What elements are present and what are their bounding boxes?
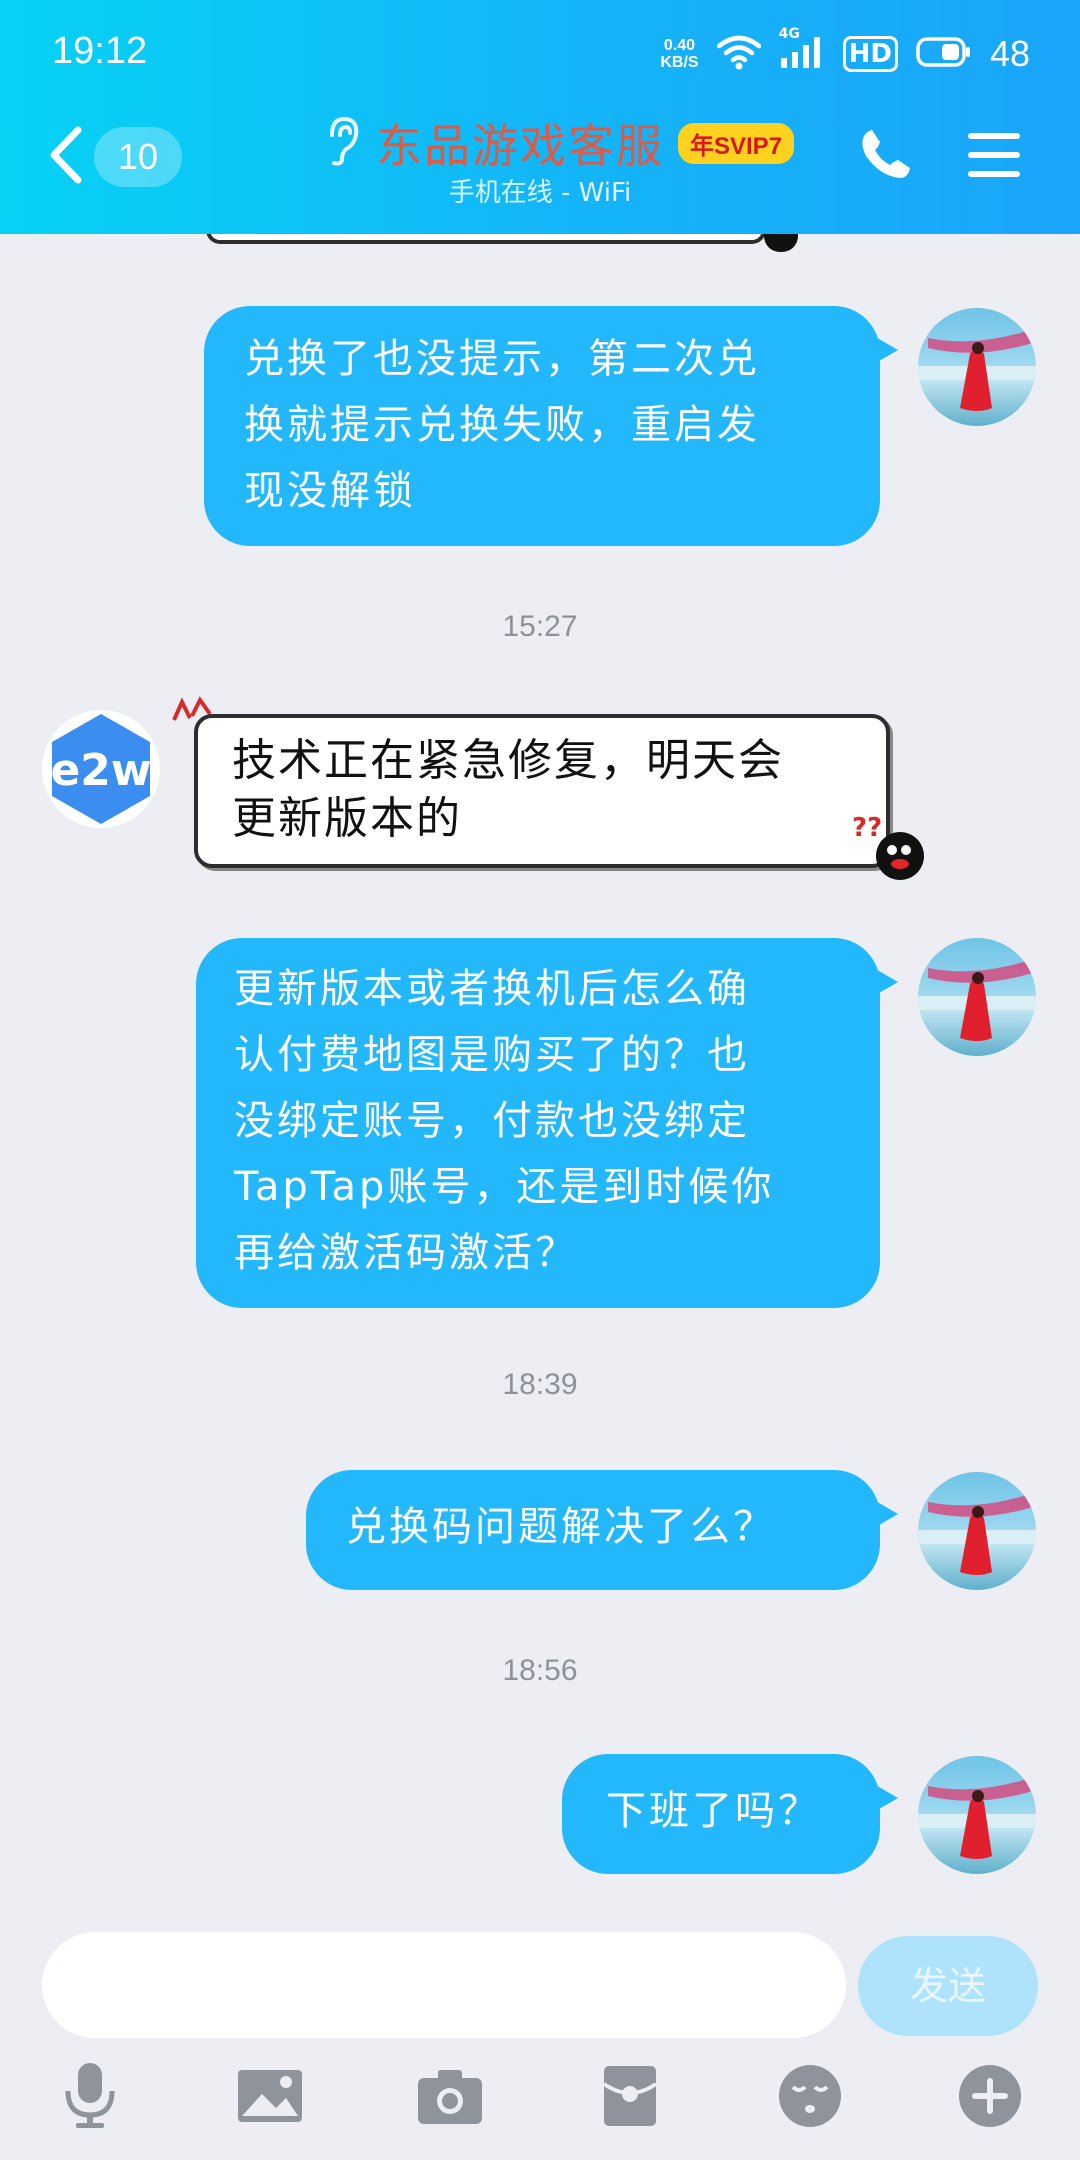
- battery-level: 48: [989, 33, 1030, 74]
- message-bubble-outgoing[interactable]: 下班了吗？: [562, 1754, 898, 1874]
- input-bar: 发送: [0, 1930, 1080, 2160]
- message-input[interactable]: [42, 1932, 846, 2038]
- message-bubble-outgoing[interactable]: 更新版本或者换机后怎么确 认付费地图是购买了的？也 没绑定账号，付款也没绑定 T…: [196, 938, 898, 1308]
- plus-icon: [957, 2063, 1023, 2133]
- chat-title[interactable]: 东品游戏客服 年SVIP7: [322, 110, 795, 176]
- message-list[interactable]: 兑换了也没提示，第二次兑 换就提示兑换失败，重启发 现没解锁 15:27 e2w…: [0, 234, 1080, 1930]
- wifi-icon: [716, 34, 761, 74]
- svg-text:??: ??: [852, 813, 882, 843]
- status-time: 19:12: [52, 30, 148, 72]
- hd-voice-icon: HD: [842, 36, 898, 72]
- hamburger-icon: [966, 133, 1022, 184]
- toolbar: [0, 2062, 1080, 2152]
- network-speed: 0.40 KB/S: [660, 37, 699, 71]
- timestamp: 18:56: [502, 1654, 578, 1687]
- camera-button[interactable]: [414, 2062, 486, 2134]
- contact-name: 东品游戏客服: [376, 119, 664, 173]
- emoji-icon: [777, 2063, 843, 2133]
- red-packet-button[interactable]: [594, 2062, 666, 2134]
- my-avatar[interactable]: [918, 1756, 1036, 1874]
- image-icon: [236, 2066, 304, 2130]
- phone-icon: [858, 130, 914, 186]
- emoji-button[interactable]: [774, 2062, 846, 2134]
- mascot-icon: [764, 234, 798, 252]
- service-avatar[interactable]: e2w: [42, 710, 160, 828]
- signal-icon: 4G: [779, 26, 825, 74]
- chat-header: 19:12 0.40 KB/S 4G HD 48 10 东品游戏客服 年SVIP…: [0, 0, 1080, 234]
- svg-text:e2w: e2w: [50, 745, 151, 796]
- menu-button[interactable]: [966, 130, 1022, 184]
- send-button[interactable]: 发送: [858, 1936, 1038, 2036]
- red-packet-icon: [600, 2064, 660, 2132]
- voice-button[interactable]: [54, 2062, 126, 2134]
- call-button[interactable]: [858, 126, 914, 186]
- message-bubble-incoming[interactable]: 技术正在紧急修复，明天会 更新版本的: [194, 714, 890, 868]
- ear-icon: [322, 115, 362, 171]
- timestamp: 18:39: [502, 1368, 578, 1401]
- message-bubble-outgoing[interactable]: 兑换码问题解决了么？: [306, 1470, 898, 1590]
- image-button[interactable]: [234, 2062, 306, 2134]
- status-icons: 0.40 KB/S 4G HD 48: [660, 26, 1030, 82]
- camera-icon: [416, 2066, 484, 2130]
- more-button[interactable]: [954, 2062, 1026, 2134]
- svip-badge: 年SVIP7: [678, 122, 795, 164]
- online-status: 手机在线 - WiFi: [448, 178, 632, 208]
- message-bubble-outgoing[interactable]: 兑换了也没提示，第二次兑 换就提示兑换失败，重启发 现没解锁: [204, 306, 898, 546]
- previous-message-edge: [206, 234, 766, 244]
- mic-icon: [60, 2061, 120, 2135]
- timestamp: 15:27: [502, 610, 578, 643]
- my-avatar[interactable]: [918, 938, 1036, 1056]
- mascot-icon: ??: [850, 808, 930, 888]
- my-avatar[interactable]: [918, 1472, 1036, 1590]
- my-avatar[interactable]: [918, 308, 1036, 426]
- battery-icon: [916, 37, 972, 71]
